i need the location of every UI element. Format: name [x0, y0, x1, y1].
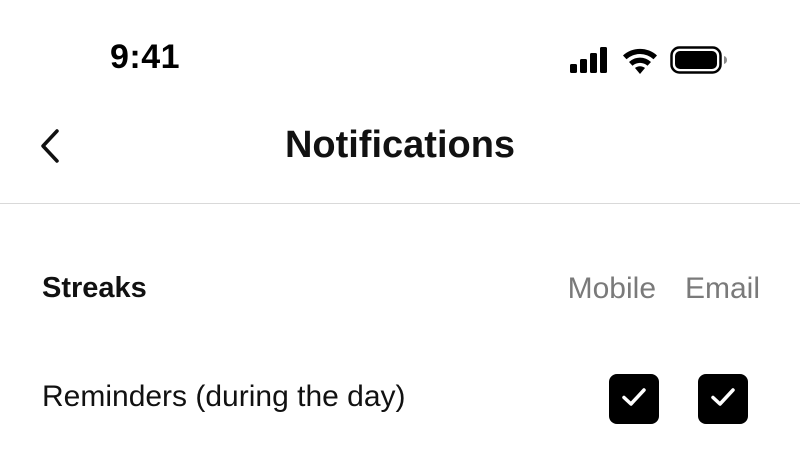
email-reminders-checkbox[interactable] [698, 374, 748, 424]
cellular-signal-icon [570, 47, 610, 73]
checkmark-icon [710, 387, 736, 412]
battery-icon [670, 46, 728, 74]
status-time: 9:41 [110, 38, 181, 76]
navigation-bar: Notifications [0, 110, 800, 204]
status-bar: 9:41 [0, 0, 800, 110]
section-title: Streaks [42, 272, 147, 304]
checkmark-icon [621, 387, 647, 412]
wifi-icon [622, 47, 658, 74]
row-label: Reminders (during the day) [42, 380, 406, 413]
mobile-reminders-checkbox[interactable] [609, 374, 659, 424]
settings-row-reminders: Reminders (during the day) [42, 372, 760, 426]
status-icons [570, 44, 728, 76]
column-header-mobile: Mobile [567, 272, 656, 305]
page-title: Notifications [284, 124, 516, 166]
column-header-email: Email [684, 272, 760, 305]
section-header-streaks: Streaks Mobile Email [42, 268, 760, 312]
notifications-screen: 9:41 Notifications Streaks Mobile Email … [0, 0, 800, 450]
